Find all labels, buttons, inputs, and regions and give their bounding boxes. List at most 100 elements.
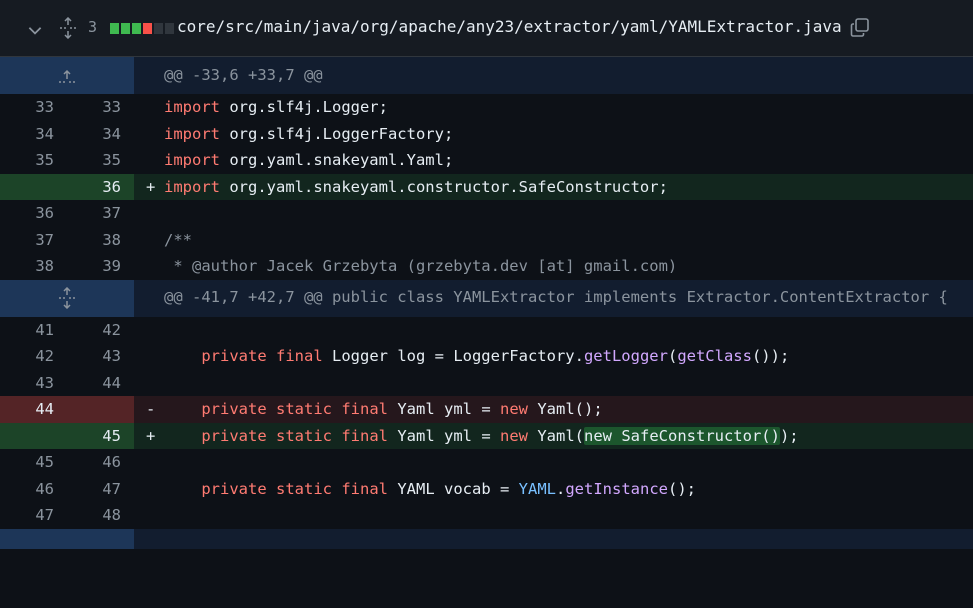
keyword: import: [164, 177, 220, 196]
keyword: static: [276, 426, 332, 445]
code-line: import org.yaml.snakeyaml.Yaml;: [164, 147, 453, 174]
new-line-number[interactable]: 45: [81, 423, 121, 450]
diff-line: 42 43 private final Logger log = LoggerF…: [0, 343, 973, 370]
chevron-down-icon[interactable]: [26, 21, 44, 39]
diff-line: 33 33 import org.slf4j.Logger;: [0, 94, 973, 121]
diff-line: 38 39 * @author Jacek Grzebyta (grzebyta…: [0, 253, 973, 280]
changed-text-highlight: new SafeConstructor(): [584, 426, 780, 445]
old-line-number[interactable]: 46: [14, 476, 54, 503]
old-line-number[interactable]: 33: [14, 94, 54, 121]
diff-sign: +: [146, 177, 156, 196]
new-line-number[interactable]: 37: [81, 200, 121, 227]
code-text: Yaml yml =: [388, 426, 500, 445]
hunk-footer: [0, 528, 973, 549]
expand-both-icon: [59, 287, 75, 309]
keyword: private: [201, 347, 267, 365]
hunk-text: @@ -41,7 +42,7 @@ public class YAMLExtra…: [164, 287, 948, 306]
old-line-number[interactable]: 44: [14, 396, 54, 423]
code-text: Yaml yml =: [388, 400, 500, 418]
code-text: org.yaml.snakeyaml.constructor.SafeConst…: [220, 177, 668, 196]
diff-line: 34 34 import org.slf4j.LoggerFactory;: [0, 121, 973, 148]
old-line-number[interactable]: 41: [14, 317, 54, 344]
function-name: getInstance: [565, 479, 668, 498]
code-line: private final Logger log = LoggerFactory…: [164, 343, 789, 370]
old-line-number[interactable]: 47: [14, 502, 54, 529]
old-line-number[interactable]: 42: [14, 343, 54, 370]
expand-down-button[interactable]: [0, 528, 134, 549]
new-line-number[interactable]: 36: [81, 174, 121, 201]
file-header: 3 core/src/main/java/org/apache/any23/ex…: [0, 0, 973, 57]
code-text: org.slf4j.Logger;: [220, 98, 388, 116]
code-text: Yaml();: [528, 400, 603, 418]
old-line-number[interactable]: 37: [14, 227, 54, 254]
old-line-number[interactable]: 36: [14, 200, 54, 227]
keyword: private: [201, 479, 267, 498]
new-line-number[interactable]: 47: [81, 476, 121, 503]
diff-line: 46 47 private static final YAML vocab = …: [0, 476, 973, 503]
code-line: private static final YAML vocab = YAML.g…: [164, 476, 696, 503]
keyword: import: [164, 98, 220, 116]
new-line-number[interactable]: 46: [81, 449, 121, 476]
new-line-number[interactable]: 48: [81, 502, 121, 529]
old-line-number[interactable]: 43: [14, 370, 54, 397]
diff-sign: -: [146, 400, 156, 418]
code-line: private static final Yaml yml = new Yaml…: [164, 396, 603, 423]
new-line-number[interactable]: 33: [81, 94, 121, 121]
expand-all-icon[interactable]: [58, 17, 78, 39]
diffstat-block: [121, 23, 130, 34]
new-line-number[interactable]: 38: [81, 227, 121, 254]
keyword: import: [164, 124, 220, 143]
hunk-text: @@ -33,6 +33,7 @@: [164, 66, 323, 84]
code-line: import org.slf4j.LoggerFactory;: [164, 121, 453, 148]
keyword: private: [201, 400, 267, 418]
keyword: final: [341, 479, 389, 498]
code-text: ();: [668, 479, 696, 498]
code-text: .: [556, 479, 566, 498]
diff-sign: +: [146, 426, 156, 445]
new-line-number[interactable]: 34: [81, 121, 121, 148]
diff-table: @@ -33,6 +33,7 @@ 33 33 import org.slf4j…: [0, 57, 973, 549]
hunk-header: @@ -33,6 +33,7 @@: [0, 57, 973, 94]
old-line-number[interactable]: 35: [14, 147, 54, 174]
keyword: new: [500, 426, 528, 445]
code-text: Logger log = LoggerFactory.: [322, 347, 584, 365]
code-comment: /**: [164, 230, 192, 249]
diffstat-block: [165, 23, 174, 34]
code-text: org.yaml.snakeyaml.Yaml;: [220, 151, 454, 169]
code-text: YAML vocab =: [388, 479, 519, 498]
expand-up-button[interactable]: [0, 57, 134, 94]
new-line-number[interactable]: 39: [81, 253, 121, 280]
copy-icon[interactable]: [849, 17, 871, 39]
function-name: getClass: [677, 347, 752, 365]
keyword: final: [341, 400, 389, 418]
code-text: (: [667, 347, 678, 365]
keyword: private: [201, 426, 267, 445]
code-line: private static final Yaml yml = new Yaml…: [164, 423, 799, 450]
diffstat-block: [143, 23, 152, 34]
keyword: import: [164, 151, 220, 169]
old-line-number[interactable]: 38: [14, 253, 54, 280]
old-line-number[interactable]: 34: [14, 121, 54, 148]
code-line: import org.yaml.snakeyaml.constructor.Sa…: [164, 174, 668, 201]
file-path[interactable]: core/src/main/java/org/apache/any23/extr…: [177, 17, 842, 36]
diff-line: 47 48: [0, 502, 973, 529]
function-name: getLogger: [583, 347, 668, 365]
diff-line-added: 36 + import org.yaml.snakeyaml.construct…: [0, 173, 973, 201]
old-line-number[interactable]: 45: [14, 449, 54, 476]
expand-both-button[interactable]: [0, 279, 134, 317]
new-line-number[interactable]: 44: [81, 370, 121, 397]
code-text: Yaml(: [528, 426, 584, 445]
keyword: final: [276, 347, 323, 365]
code-text: ());: [751, 347, 790, 365]
new-line-number[interactable]: 43: [81, 343, 121, 370]
diff-line: 41 42: [0, 317, 973, 344]
new-line-number[interactable]: 42: [81, 317, 121, 344]
hunk-header: @@ -41,7 +42,7 @@ public class YAMLExtra…: [0, 279, 973, 317]
diff-line-removed: 44 - private static final Yaml yml = new…: [0, 396, 973, 423]
diff-line-added: 45 + private static final Yaml yml = new…: [0, 422, 973, 450]
keyword: final: [341, 426, 389, 445]
new-line-number[interactable]: 35: [81, 147, 121, 174]
code-line: import org.slf4j.Logger;: [164, 94, 388, 121]
changes-count: 3: [88, 18, 98, 36]
diff-line: 43 44: [0, 370, 973, 397]
